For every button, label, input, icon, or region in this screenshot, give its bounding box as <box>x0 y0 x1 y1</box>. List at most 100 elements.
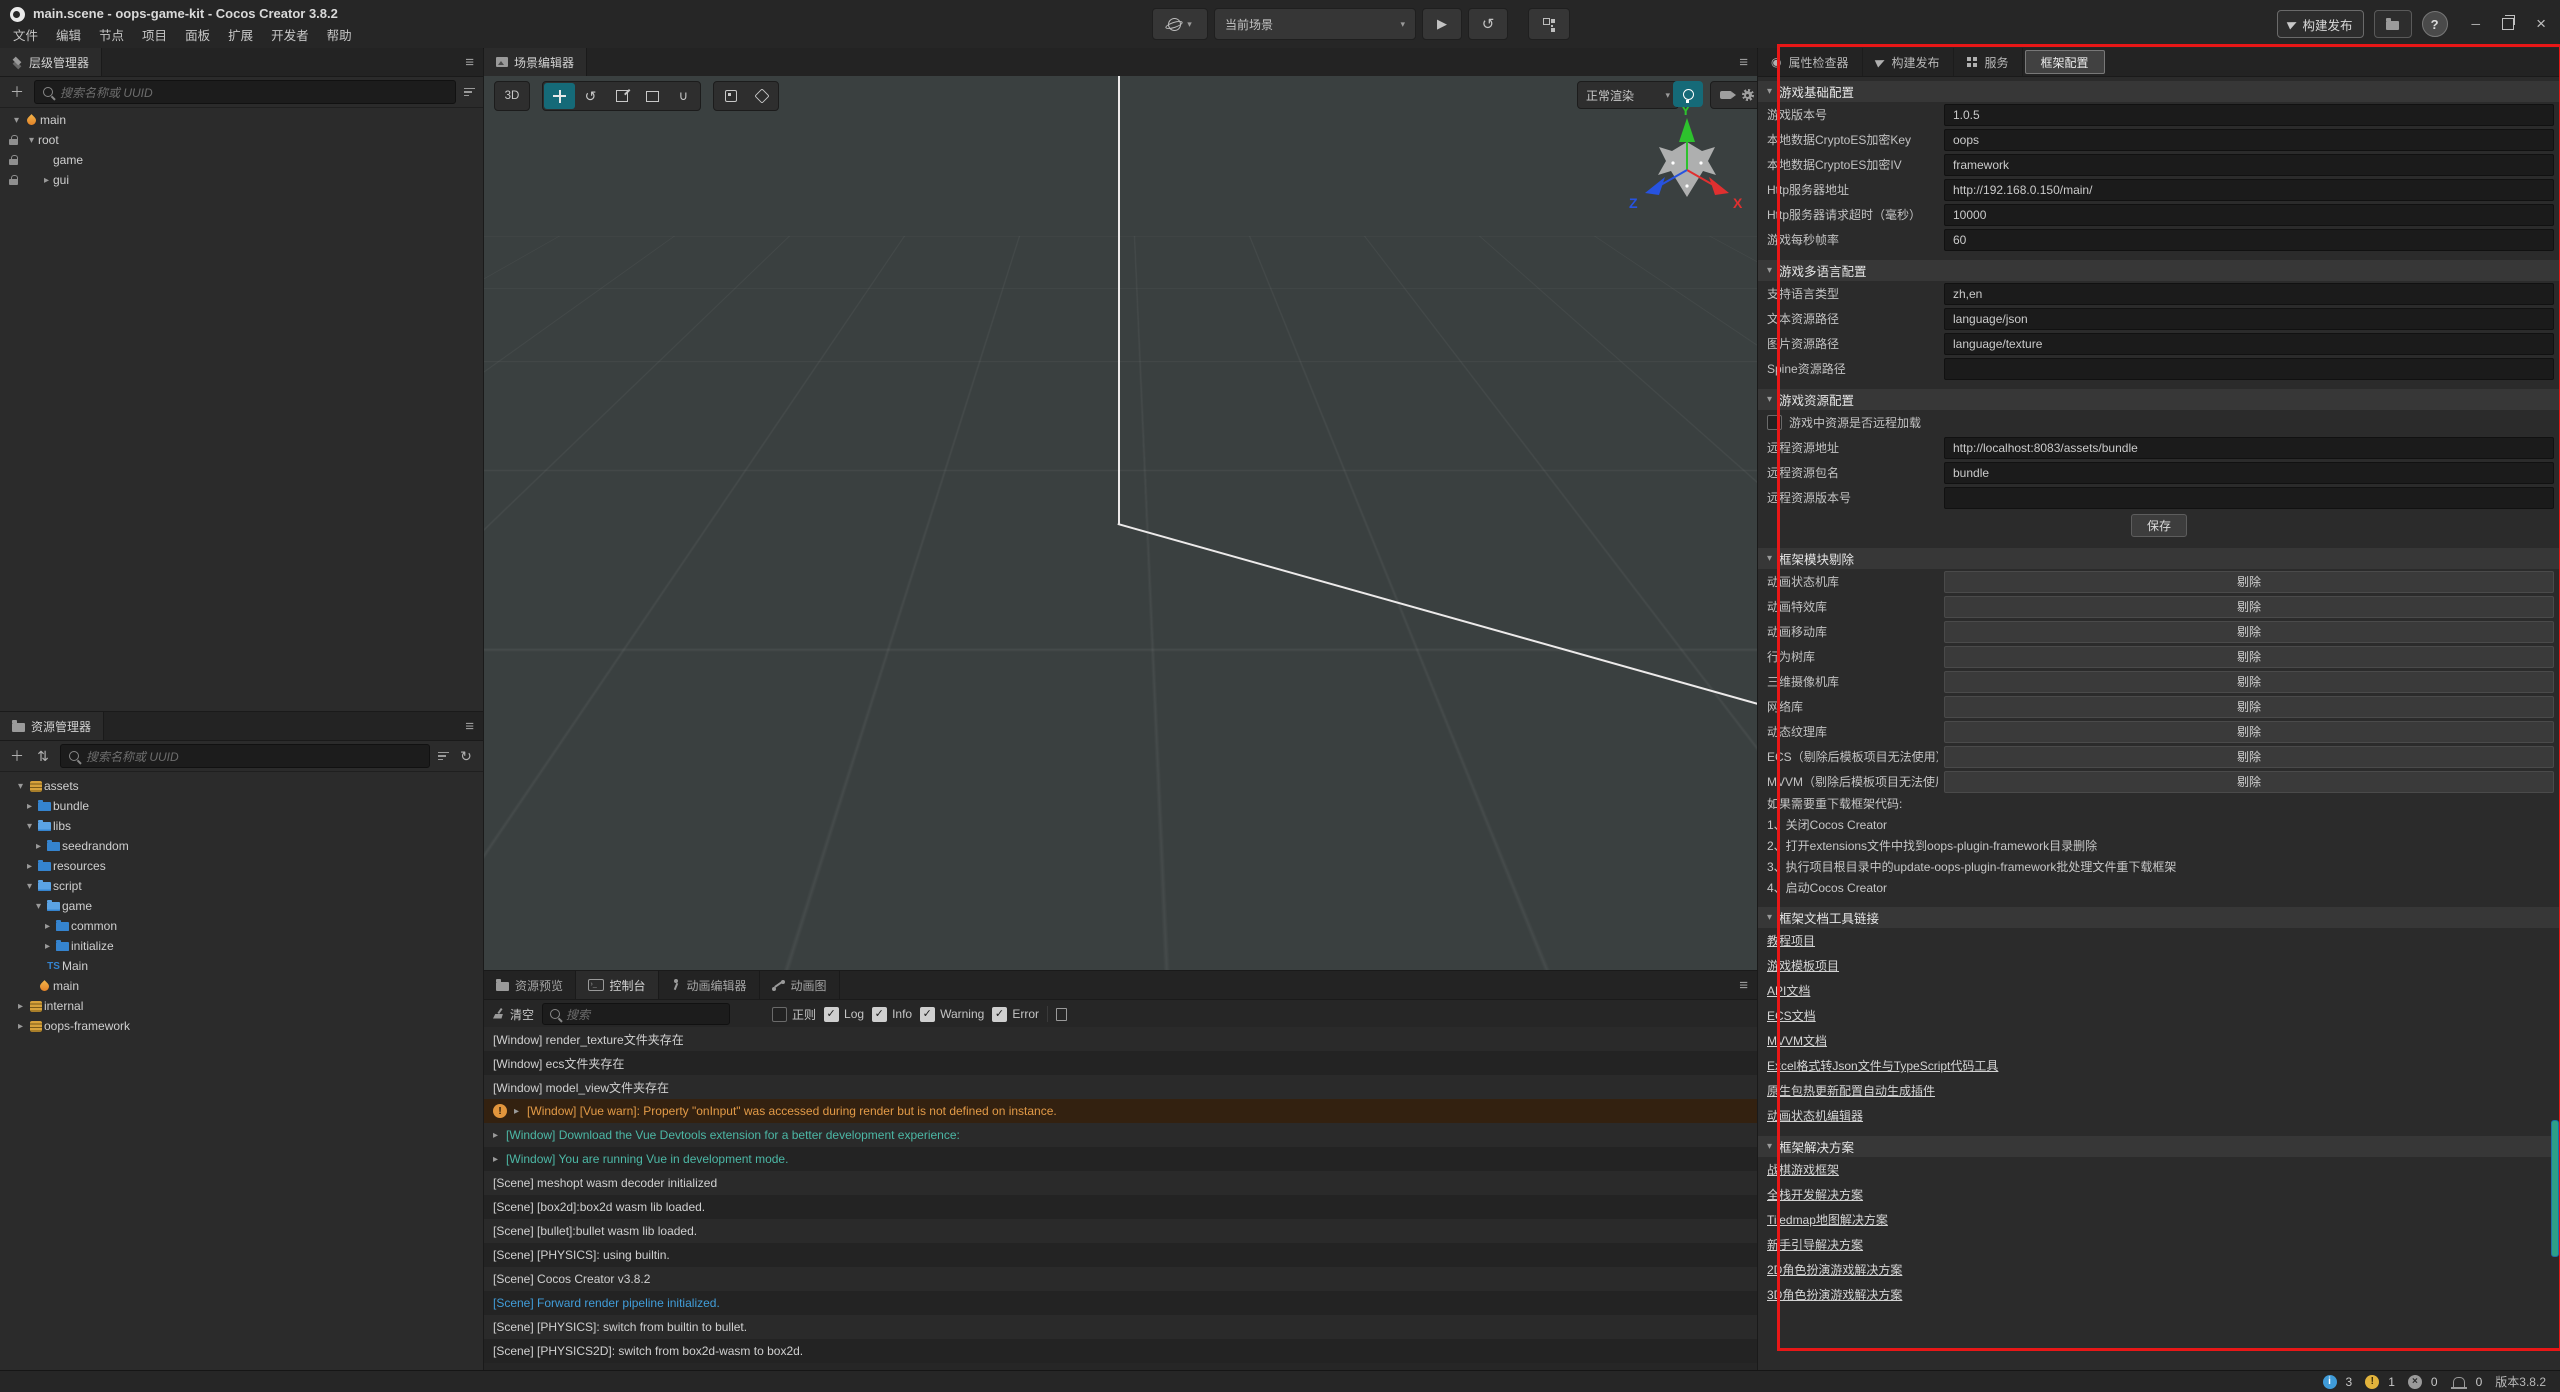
solution-link[interactable]: 2D角色扮演游戏解决方案 <box>1767 1261 1902 1278</box>
preview-target-button[interactable]: ▾ <box>1152 8 1208 40</box>
asset-tree-node[interactable]: resources <box>0 856 483 876</box>
asset-tree-node[interactable]: script <box>0 876 483 896</box>
remove-module-button[interactable]: 剔除 <box>1944 621 2554 643</box>
tab-asset-preview[interactable]: 资源预览 <box>484 971 576 999</box>
console-log-row[interactable]: ! [Scene] Cocos Creator v3.8.2 <box>484 1267 1757 1291</box>
step-button[interactable] <box>1468 8 1508 40</box>
asset-tree-node[interactable]: Main <box>0 956 483 976</box>
tree-chevron-icon[interactable] <box>32 901 45 912</box>
tab-framework-config[interactable]: 框架配置 <box>2025 50 2105 74</box>
tab-animation-editor[interactable]: 动画编辑器 <box>659 971 760 999</box>
field-input[interactable] <box>1944 487 2554 509</box>
tab-scene-editor[interactable]: 场景编辑器 <box>484 48 587 76</box>
field-input[interactable]: zh,en <box>1944 283 2554 305</box>
panel-menu-icon[interactable]: ≡ <box>465 719 474 734</box>
tree-chevron-icon[interactable] <box>40 175 53 186</box>
tree-chevron-icon[interactable] <box>23 881 36 892</box>
assets-search-input[interactable]: 搜索名称或 UUID <box>60 744 430 768</box>
console-log-row[interactable]: ! [Scene] meshopt wasm decoder initializ… <box>484 1171 1757 1195</box>
doc-link[interactable]: 游戏模板项目 <box>1767 957 1839 974</box>
panel-menu-icon[interactable]: ≡ <box>1739 55 1748 70</box>
3d-toggle-button[interactable]: 3D <box>494 81 530 111</box>
filter-icon[interactable] <box>438 752 449 761</box>
notification-bell-icon[interactable] <box>2453 1377 2465 1387</box>
remove-module-button[interactable]: 剔除 <box>1944 696 2554 718</box>
hierarchy-search-input[interactable]: 搜索名称或 UUID <box>34 80 456 104</box>
menu-item[interactable]: 面板 <box>176 27 219 45</box>
rotate-tool-button[interactable] <box>575 83 606 109</box>
section-basic-config[interactable]: 游戏基础配置 <box>1758 81 2560 102</box>
solution-link[interactable]: 新手引导解决方案 <box>1767 1236 1863 1253</box>
console-log-row[interactable]: ! [Scene] Forward render pipeline initia… <box>484 1291 1757 1315</box>
scrollbar-thumb[interactable] <box>2551 1120 2559 1257</box>
menu-item[interactable]: 文件 <box>4 27 47 45</box>
doc-link[interactable]: API文档 <box>1767 982 1810 999</box>
hierarchy-tree-node[interactable]: root <box>0 130 483 150</box>
menu-item[interactable]: 帮助 <box>318 27 361 45</box>
tab-assets[interactable]: 资源管理器 <box>0 712 104 740</box>
tab-hierarchy[interactable]: 层级管理器 <box>0 48 102 76</box>
asset-tree-node[interactable]: common <box>0 916 483 936</box>
console-log-row[interactable]: ! [Scene] [box2d]:box2d wasm lib loaded. <box>484 1195 1757 1219</box>
help-button[interactable]: ? <box>2422 11 2448 37</box>
expand-chevron-icon[interactable] <box>493 1130 498 1141</box>
menu-item[interactable]: 节点 <box>90 27 133 45</box>
build-publish-button[interactable]: 构建发布 <box>2277 10 2364 38</box>
pivot-toggle-button[interactable] <box>715 83 746 109</box>
restore-button[interactable] <box>2502 18 2514 30</box>
log-file-icon[interactable] <box>1056 1008 1067 1021</box>
panel-menu-icon[interactable]: ≡ <box>465 55 474 70</box>
tree-chevron-icon[interactable] <box>32 841 45 852</box>
menu-item[interactable]: 项目 <box>133 27 176 45</box>
lock-icon[interactable] <box>9 179 18 185</box>
add-node-button[interactable]: ＋ <box>8 83 26 101</box>
asset-tree-node[interactable]: game <box>0 896 483 916</box>
lock-icon[interactable] <box>9 139 18 145</box>
asset-tree-node[interactable]: libs <box>0 816 483 836</box>
close-button[interactable] <box>2536 14 2546 34</box>
field-input[interactable]: oops <box>1944 129 2554 151</box>
console-filter-checkbox[interactable]: 正则 <box>772 1006 816 1023</box>
section-solutions[interactable]: 框架解决方案 <box>1758 1136 2560 1157</box>
section-module-removal[interactable]: 框架模块剔除 <box>1758 548 2560 569</box>
asset-tree-node[interactable]: oops-framework <box>0 1016 483 1036</box>
lighting-toggle-button[interactable] <box>1673 81 1703 107</box>
scale-tool-button[interactable] <box>606 83 637 109</box>
doc-link[interactable]: Excel格式转Json文件与TypeScript代码工具 <box>1767 1057 1998 1074</box>
section-resource-config[interactable]: 游戏资源配置 <box>1758 389 2560 410</box>
remove-module-button[interactable]: 剔除 <box>1944 646 2554 668</box>
menu-item[interactable]: 扩展 <box>219 27 262 45</box>
doc-link[interactable]: 教程项目 <box>1767 932 1815 949</box>
hierarchy-tree-node[interactable]: game <box>0 150 483 170</box>
open-project-folder-button[interactable] <box>2374 10 2412 38</box>
refresh-assets-icon[interactable]: ↻ <box>457 747 475 765</box>
gear-icon[interactable] <box>1742 89 1754 101</box>
console-search-input[interactable]: 搜索 <box>542 1003 730 1025</box>
field-input[interactable]: language/texture <box>1944 333 2554 355</box>
field-input[interactable]: 60 <box>1944 229 2554 251</box>
tab-build-publish[interactable]: 构建发布 <box>1863 48 1954 76</box>
info-count-icon[interactable]: i <box>2323 1375 2337 1389</box>
console-log-row[interactable]: ! [Window] Download the Vue Devtools ext… <box>484 1123 1757 1147</box>
console-log-row[interactable]: ! [Window] render_texture文件夹存在 <box>484 1027 1757 1051</box>
expand-chevron-icon[interactable] <box>514 1106 519 1117</box>
tree-chevron-icon[interactable] <box>10 115 23 126</box>
solution-link[interactable]: 3D角色扮演游戏解决方案 <box>1767 1286 1902 1303</box>
menu-item[interactable]: 开发者 <box>262 27 318 45</box>
tree-chevron-icon[interactable] <box>14 1021 27 1032</box>
console-log-row[interactable]: ! [Window] model_view文件夹存在 <box>484 1075 1757 1099</box>
solution-link[interactable]: 战棋游戏框架 <box>1767 1161 1839 1178</box>
doc-link[interactable]: 动画状态机编辑器 <box>1767 1107 1863 1124</box>
solution-link[interactable]: Tiledmap地图解决方案 <box>1767 1211 1888 1228</box>
asset-tree-node[interactable]: bundle <box>0 796 483 816</box>
error-count-icon[interactable]: × <box>2408 1375 2422 1389</box>
tree-chevron-icon[interactable] <box>23 801 36 812</box>
doc-link[interactable]: 原生包热更新配置自动生成插件 <box>1767 1082 1935 1099</box>
section-doc-links[interactable]: 框架文档工具链接 <box>1758 907 2560 928</box>
panel-menu-icon[interactable]: ≡ <box>1739 978 1748 993</box>
scene-viewport[interactable]: Y X Z 3D <box>484 76 1757 970</box>
console-log-row[interactable]: ! [Window] ecs文件夹存在 <box>484 1051 1757 1075</box>
remove-module-button[interactable]: 剔除 <box>1944 571 2554 593</box>
tree-chevron-icon[interactable] <box>41 921 54 932</box>
rect-tool-button[interactable] <box>637 83 668 109</box>
